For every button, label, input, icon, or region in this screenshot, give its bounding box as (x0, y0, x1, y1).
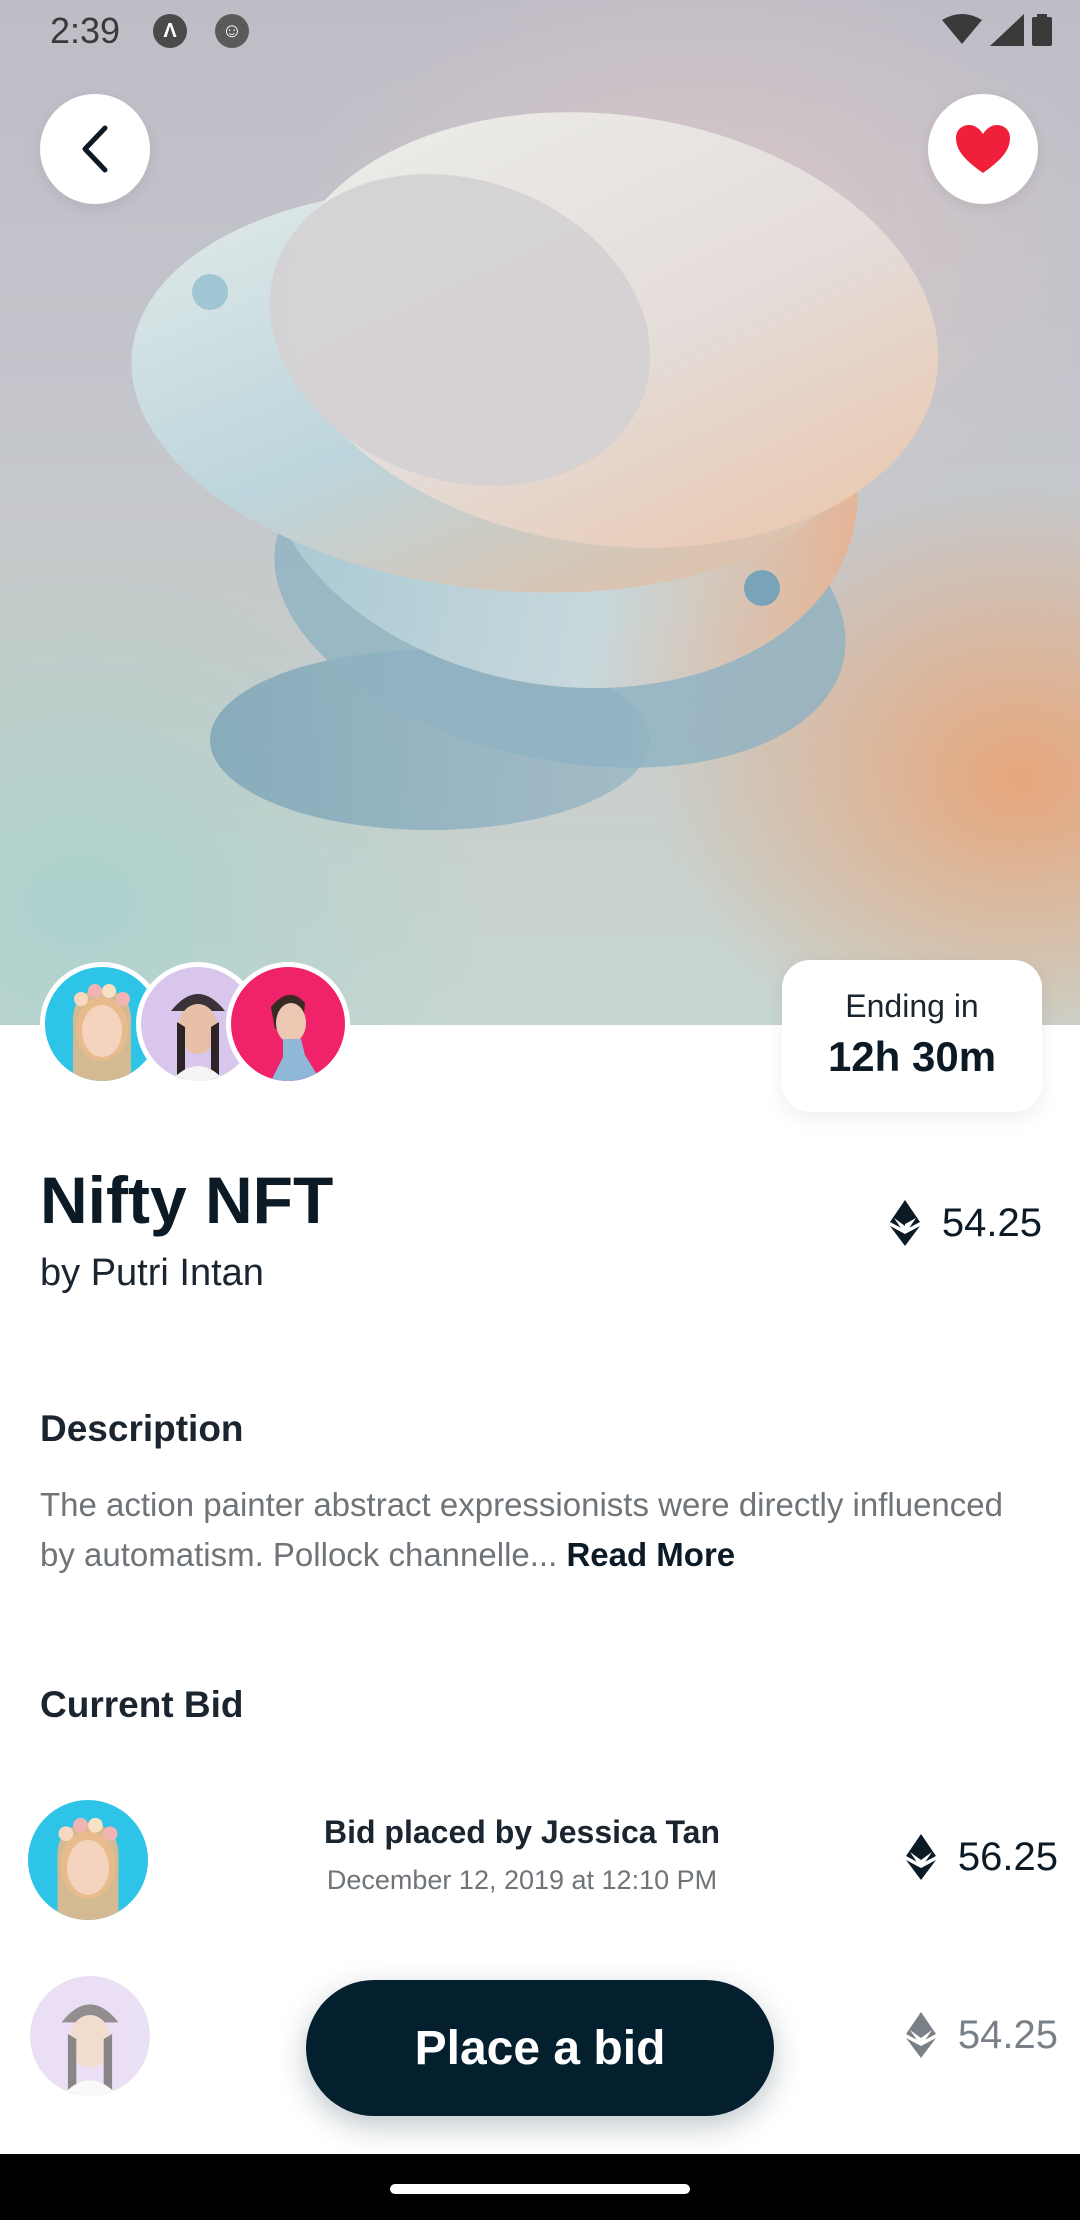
description-heading: Description (40, 1408, 244, 1449)
owners-avatar-group (40, 962, 370, 1086)
bid-amount: 56.25 (905, 1834, 1058, 1880)
nft-author[interactable]: by Putri Intan (40, 1252, 264, 1295)
heart-icon (956, 125, 1010, 173)
read-more-link[interactable]: Read More (566, 1536, 735, 1573)
ending-label: Ending in (845, 988, 979, 1024)
status-time: 2:39 (50, 10, 121, 51)
bid-amount-value: 56.25 (957, 1834, 1058, 1879)
bid-placed-by: Bid placed by Jessica Tan (323, 1814, 720, 1850)
system-navigation-bar (0, 2154, 1080, 2220)
home-gesture-handle[interactable] (390, 2184, 690, 2194)
nft-price-value: 54.25 (941, 1200, 1042, 1245)
wifi-icon (942, 14, 982, 44)
ethereum-icon (889, 1200, 920, 1246)
bidder-avatar (30, 1976, 150, 2096)
avatar-person-image (271, 994, 321, 1081)
favorite-button[interactable] (928, 94, 1038, 204)
bid-info: Bid placed by Jessica Tan December 12, 2… (160, 1814, 884, 1896)
ethereum-icon (905, 2012, 936, 2058)
nft-title: Nifty NFT (40, 1163, 334, 1237)
bid-amount: 54.25 (905, 2012, 1058, 2058)
auction-ending-card: Ending in 12h 30m (782, 960, 1042, 1112)
description-body: The action painter abstract expressionis… (40, 1486, 1003, 1573)
status-icons (942, 14, 1052, 46)
ending-countdown: 12h 30m (827, 1033, 997, 1080)
battery-icon (1032, 14, 1052, 46)
bid-date: December 12, 2019 at 12:10 PM (326, 1865, 718, 1895)
owner-avatar[interactable] (226, 962, 350, 1086)
nft-price: 54.25 (889, 1200, 1042, 1246)
status-bar: 2:39 Λ ☺ (0, 0, 1080, 66)
ethereum-icon (905, 1834, 936, 1880)
back-button[interactable] (40, 94, 150, 204)
hero-artwork: 2:39 Λ ☺ (0, 0, 1080, 1025)
bid-list-item[interactable]: Bid placed by Jessica Tan December 12, 2… (0, 1800, 1080, 1924)
signal-icon (990, 14, 1024, 46)
chevron-left-icon (82, 125, 108, 173)
place-bid-button[interactable]: Place a bid (306, 1980, 774, 2116)
bid-amount-value: 54.25 (957, 2012, 1058, 2057)
avatar-person-image (61, 2004, 119, 2096)
android-notification-icon: ☺ (215, 14, 249, 48)
abstract-sculpture-image (131, 112, 939, 830)
bidder-avatar (28, 1800, 148, 1920)
app-notification-icon: Λ (153, 14, 187, 48)
description-text: The action painter abstract expressionis… (40, 1480, 1040, 1580)
current-bid-heading: Current Bid (40, 1684, 244, 1725)
avatar-person-image (57, 1817, 119, 1920)
